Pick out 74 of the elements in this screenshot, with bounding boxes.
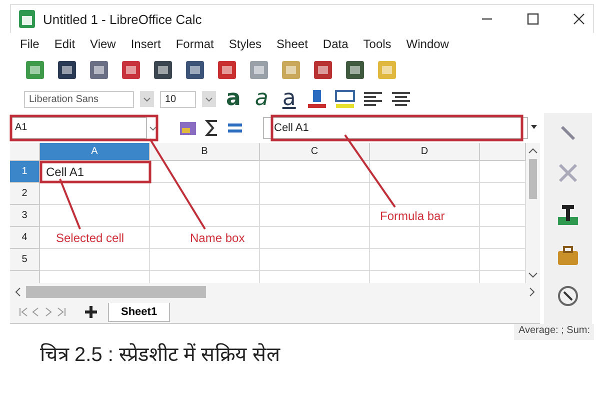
menu-item[interactable]: File — [20, 37, 40, 51]
figure-caption: चित्र 2.5 : स्प्रेडशीट में सक्रिय सेल — [39, 342, 282, 368]
font-name-field[interactable]: Liberation Sans — [24, 90, 134, 108]
sheet-tab[interactable]: Sheet1 — [108, 302, 170, 322]
maximize-icon[interactable] — [527, 13, 539, 25]
menu-item[interactable]: Data — [322, 37, 348, 51]
table-cell[interactable] — [370, 183, 480, 205]
table-cell[interactable] — [40, 205, 150, 227]
window-title: Untitled 1 - LibreOffice Calc — [43, 12, 203, 26]
scrollbar-thumb[interactable] — [529, 159, 537, 199]
spreadsheet-app-icon — [19, 10, 35, 28]
row-header[interactable]: 3 — [10, 205, 40, 227]
table-cell[interactable] — [150, 249, 260, 271]
italic-button[interactable]: a — [250, 88, 272, 110]
annotation-label: Formula bar — [380, 209, 445, 223]
vertical-scrollbar[interactable] — [526, 143, 540, 283]
table-cell[interactable] — [370, 205, 480, 227]
font-size-field[interactable]: 10 — [160, 90, 196, 108]
corner-cell[interactable] — [10, 143, 40, 161]
formula-bar[interactable]: Cell A1 — [263, 117, 528, 139]
column-header[interactable]: A — [40, 143, 150, 161]
table-cell[interactable] — [150, 161, 260, 183]
menu-item[interactable]: View — [90, 37, 116, 51]
scroll-up-icon[interactable] — [528, 147, 538, 155]
row-header[interactable]: 1 — [10, 161, 40, 183]
menu-item[interactable]: Tools — [363, 37, 392, 51]
table-cell[interactable] — [150, 183, 260, 205]
briefcase-icon[interactable] — [556, 245, 580, 267]
table-cell[interactable] — [40, 249, 150, 271]
status-text: Average: ; Sum: — [514, 324, 594, 340]
dropdown-icon[interactable] — [140, 91, 154, 107]
scroll-left-icon[interactable] — [14, 287, 22, 297]
column-header[interactable]: D — [370, 143, 480, 161]
row-header[interactable]: 5 — [10, 249, 40, 271]
row-header[interactable]: 4 — [10, 227, 40, 249]
leader-line — [59, 178, 81, 230]
table-cell[interactable]: Cell A1 — [40, 161, 150, 183]
annotation-label: Name box — [190, 231, 245, 245]
dropdown-icon[interactable] — [202, 91, 216, 107]
table-cell[interactable] — [370, 161, 480, 183]
table-cell[interactable] — [260, 183, 370, 205]
column-header[interactable]: C — [260, 143, 370, 161]
table-cell[interactable] — [260, 205, 370, 227]
scroll-right-icon[interactable] — [528, 287, 536, 297]
table-cell[interactable] — [150, 227, 260, 249]
table-cell[interactable] — [40, 227, 150, 249]
bold-button[interactable]: a — [222, 88, 245, 110]
add-sheet-icon[interactable] — [84, 305, 98, 319]
styles-icon[interactable] — [556, 203, 580, 227]
horizontal-scrollbar[interactable] — [10, 283, 540, 301]
close-icon[interactable] — [573, 13, 585, 25]
row-header[interactable]: 2 — [10, 183, 40, 205]
menu-item[interactable]: Styles — [228, 37, 262, 51]
table-cell[interactable] — [370, 249, 480, 271]
highlight-icon[interactable] — [334, 88, 356, 110]
column-header[interactable]: B — [150, 143, 260, 161]
table-cell[interactable] — [150, 205, 260, 227]
sum-icon[interactable] — [204, 118, 220, 138]
annotation-label: Selected cell — [56, 231, 124, 245]
underline-button[interactable]: a — [278, 88, 300, 110]
table-cell[interactable] — [260, 161, 370, 183]
menu-item[interactable]: Insert — [130, 37, 161, 51]
table-cell[interactable] — [370, 227, 480, 249]
menu-item[interactable]: Sheet — [276, 37, 308, 51]
scroll-down-icon[interactable] — [528, 271, 538, 279]
table-cell[interactable] — [40, 183, 150, 205]
font-color-icon[interactable] — [306, 88, 328, 110]
menu-item[interactable]: Format — [176, 37, 214, 51]
table-cell[interactable] — [260, 227, 370, 249]
menu-item[interactable]: Window — [406, 37, 449, 51]
name-box[interactable]: A1 — [10, 117, 147, 139]
scrollbar-thumb[interactable] — [26, 286, 206, 298]
table-cell[interactable] — [260, 249, 370, 271]
menu-item[interactable]: Edit — [54, 37, 76, 51]
